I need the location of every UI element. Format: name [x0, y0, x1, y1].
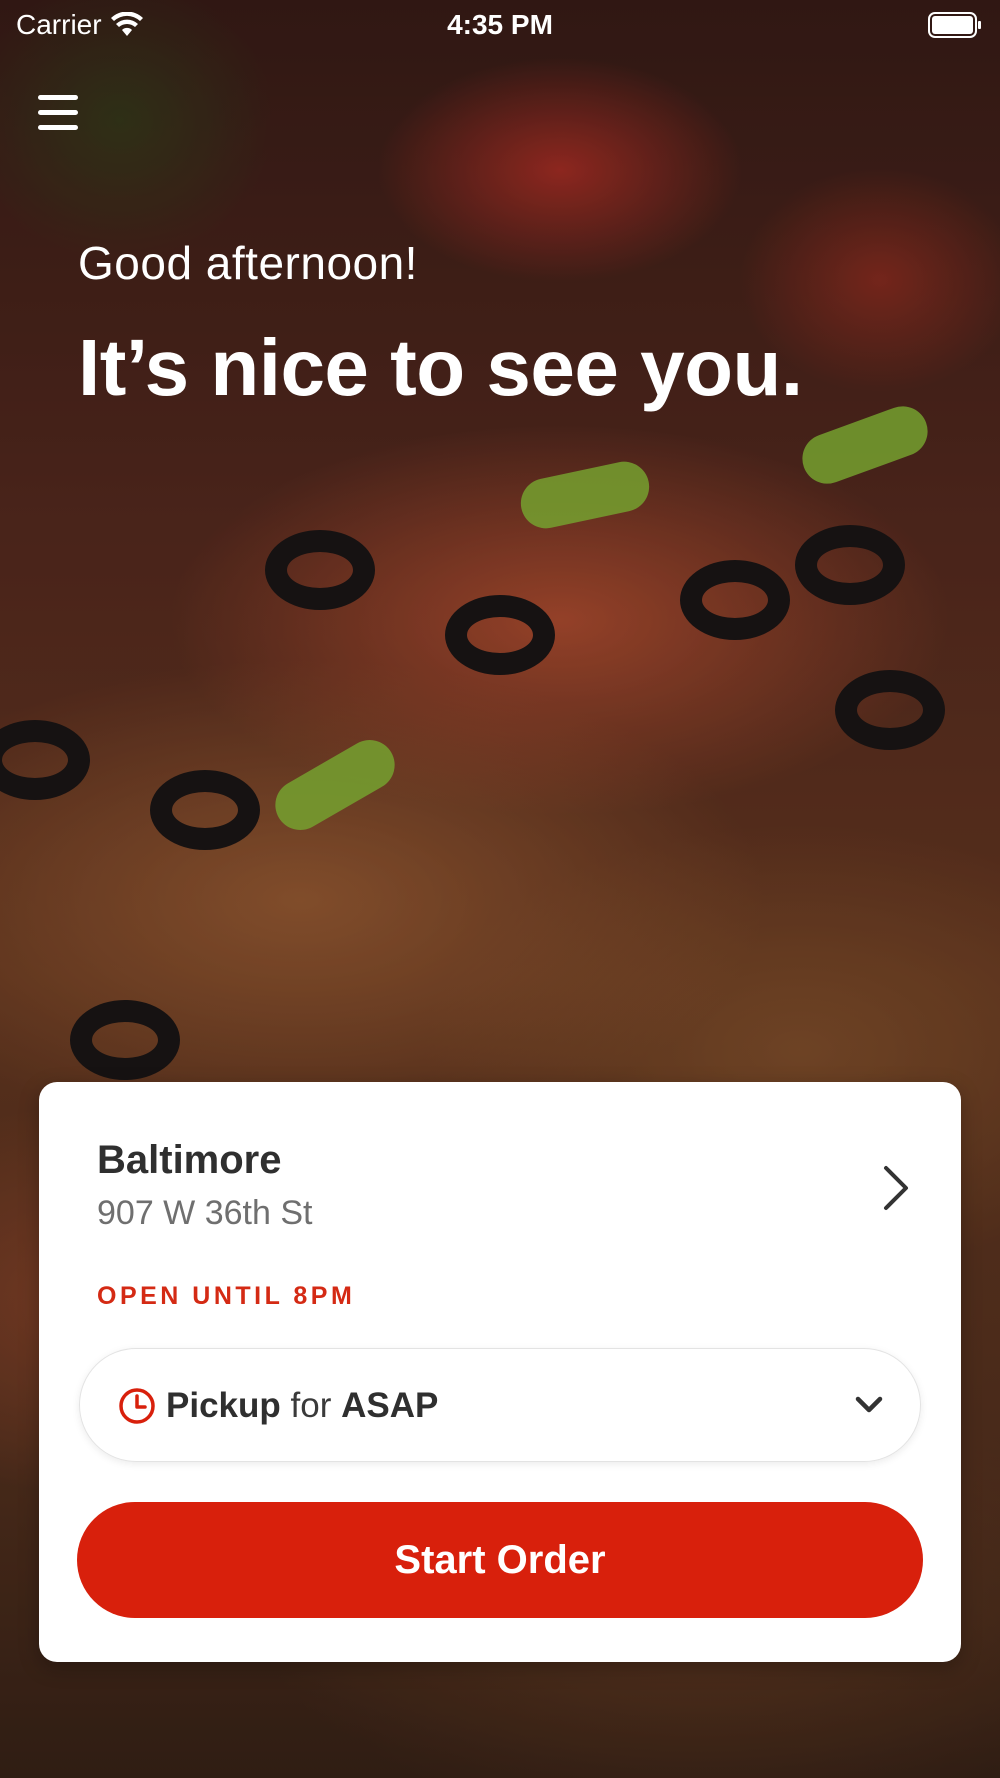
order-mode-connector: for: [290, 1386, 332, 1425]
chevron-down-icon: [855, 1396, 883, 1413]
order-mode-type: Pickup: [166, 1386, 281, 1425]
menu-icon[interactable]: [38, 95, 78, 131]
store-details-link[interactable]: Baltimore 907 W 36th St: [39, 1082, 961, 1252]
store-card: Baltimore 907 W 36th St OPEN UNTIL 8PM P…: [39, 1082, 961, 1662]
store-name: Baltimore: [97, 1138, 282, 1182]
order-mode-time: ASAP: [341, 1386, 439, 1425]
battery-icon: [928, 12, 981, 38]
clock-icon: [119, 1388, 155, 1424]
order-mode-text: Pickup for ASAP: [166, 1386, 438, 1426]
greeting-text: Good afternoon!: [78, 237, 418, 289]
start-order-button[interactable]: Start Order: [77, 1502, 923, 1618]
status-bar: Carrier 4:35 PM: [0, 0, 1000, 50]
store-hours: OPEN UNTIL 8PM: [97, 1282, 356, 1310]
chevron-right-icon: [884, 1166, 908, 1210]
store-address: 907 W 36th St: [97, 1194, 313, 1232]
status-time: 4:35 PM: [447, 9, 553, 40]
order-mode-selector[interactable]: Pickup for ASAP: [79, 1348, 921, 1462]
headline-text: It’s nice to see you.: [78, 323, 803, 412]
